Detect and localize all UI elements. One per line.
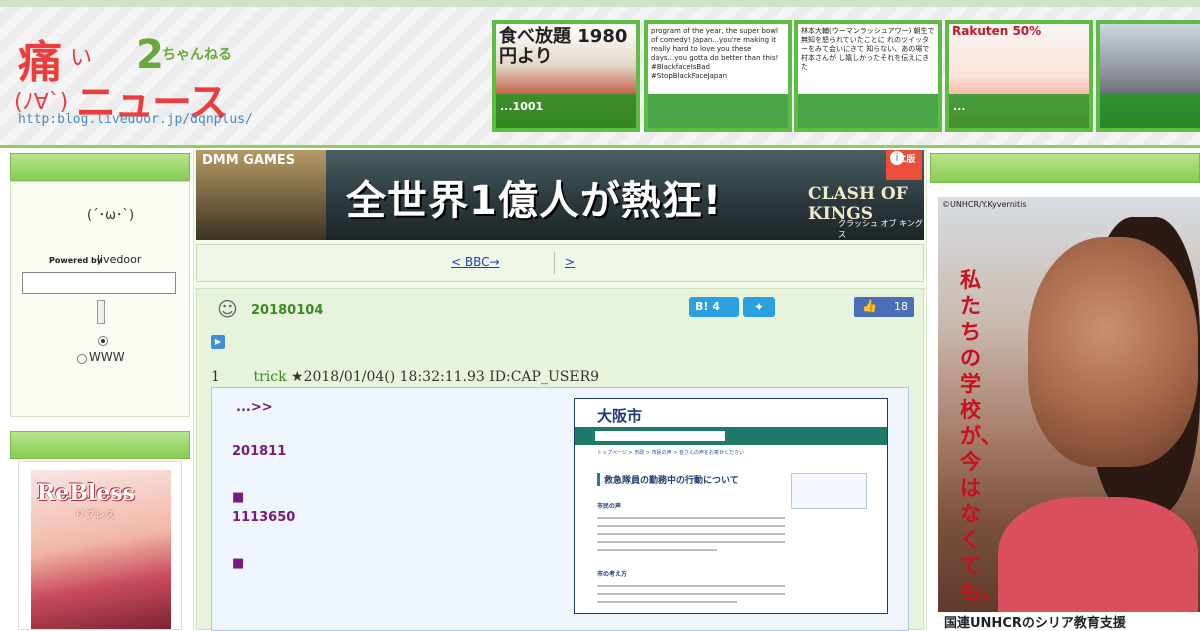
thumbnail-text: 食べ放題 1980円より — [499, 26, 628, 67]
thumbnail-caption: ...1001 — [496, 94, 636, 128]
thumbnail-caption — [648, 94, 788, 128]
site-logo[interactable]: 痛 い 2 ちゃんねる (ﾉ∀`) ニュース http:blog.livedoo… — [14, 22, 253, 132]
face-icon: (´･ω･`) — [87, 208, 135, 223]
body-line-4: 1113650 — [232, 510, 296, 525]
body-line-5: ■ — [232, 556, 245, 571]
sidebar-header-bar-2 — [10, 431, 190, 459]
search-input[interactable] — [22, 272, 176, 294]
body-line-2: 201811 — [232, 444, 287, 459]
city-text-line — [597, 549, 717, 551]
city-breadcrumb: トップページ > 市政 > 市民の声 > 皆さんの声をお寄せください — [597, 450, 745, 456]
radio-www[interactable] — [77, 354, 87, 364]
main-column: DMM GAMES 全世界1億人が熱狂! CLASH OF KINGS クラッシ… — [193, 150, 927, 631]
radio-www-label: WWW — [89, 350, 125, 364]
city-text-line — [597, 585, 785, 587]
city-text-line — [597, 517, 785, 519]
radio-blog[interactable] — [98, 336, 108, 346]
city-section-2: 市の考え方 — [597, 571, 628, 578]
logo-kanji: 痛 — [18, 37, 62, 88]
ad-photo-shirt — [998, 497, 1198, 630]
logo-url[interactable]: http:blog.livedoor.jp/dqnplus/ — [18, 112, 253, 127]
left-sidebar: (´･ω･`) Powered by livedoor WWW ReBless … — [10, 153, 190, 630]
header-thumbnail-5[interactable] — [1096, 20, 1200, 132]
rebless-logo: ReBless — [37, 480, 136, 506]
post-author: trick — [253, 369, 287, 385]
city-page-title: 救急隊員の勤務中の行動について — [597, 473, 787, 486]
unhcr-headline: 私たちの学校が、今はなくても。 — [960, 268, 1002, 604]
thumbnail-caption — [798, 94, 938, 128]
twitter-icon: ✦ — [753, 300, 765, 314]
osaka-city-logo: 大阪市 — [597, 407, 643, 425]
prev-article-link[interactable]: < BBC→ — [451, 255, 500, 269]
next-article-link[interactable]: > — [565, 255, 575, 269]
post-number: 1 — [211, 369, 220, 385]
dmm-games-banner[interactable]: DMM GAMES 全世界1億人が熱狂! CLASH OF KINGS クラッシ… — [196, 150, 924, 240]
city-text-line — [597, 593, 785, 595]
logo-chan: ちゃんねる — [162, 47, 232, 63]
search-panel: (´･ω･`) Powered by livedoor WWW — [10, 181, 190, 417]
post-meta: ★2018/01/04() 18:32:11.93 ID:CAP_USER9 — [291, 369, 600, 385]
osaka-city-screenshot[interactable]: 大阪市 トップページ > 市政 > 市民の声 > 皆さんの声をお寄せください 救… — [574, 398, 888, 614]
city-text-line — [597, 533, 785, 535]
thumbnail-caption: ... — [949, 94, 1089, 128]
powered-by-label: Powered by — [49, 256, 102, 265]
thumbs-up-icon: 👍 — [862, 299, 877, 313]
ad-info-icon[interactable]: i — [890, 151, 904, 165]
unhcr-caption: 国連UNHCRのシリア教育支援 — [938, 612, 1200, 630]
header-thumbnail-3[interactable]: 林本大輔(ウーマンラッシュアワー) 朝生で無知を怒られていたことに れのツイッタ… — [794, 20, 942, 132]
nav-divider — [554, 252, 555, 274]
ad-photo-face — [1028, 237, 1198, 467]
twitter-share-button[interactable]: ✦ — [743, 297, 775, 317]
article-nav: < BBC→ > — [196, 244, 924, 282]
city-section-1: 市民の声 — [597, 503, 622, 510]
header-thumbnail-4[interactable]: Rakuten 50% ... — [945, 20, 1093, 132]
thumbnail-caption — [1100, 94, 1200, 128]
thumbnail-text: 林本大輔(ウーマンラッシュアワー) 朝生で無知を怒られていたことに れのツイッタ… — [801, 27, 935, 71]
photo-credit: ©UNHCR/Y.Kyvernitis — [942, 200, 1027, 209]
city-search-box — [595, 431, 725, 441]
banner-game-subtitle: クラッシュ オブ キングス — [838, 219, 923, 239]
hatena-bookmark-button[interactable]: B! 4 — [689, 297, 739, 317]
post-header-line: 1 trick ★2018/01/04() 18:32:11.93 ID:CAP… — [211, 369, 599, 385]
header-thumbnail-1[interactable]: 食べ放題 1980円より ...1001 — [492, 20, 640, 132]
unhcr-ad[interactable]: ©UNHCR/Y.Kyvernitis 私たちの学校が、今はなくても。 国連UN… — [938, 197, 1200, 630]
city-text-line — [597, 601, 737, 603]
thumbnail-text: Rakuten 50% — [952, 24, 1042, 38]
livedoor-logo[interactable]: livedoor — [97, 253, 141, 266]
header-thumbnail-2[interactable]: program of the year, the super bowl of c… — [644, 20, 792, 132]
banner-headline: 全世界1億人が熱狂! — [346, 178, 723, 224]
right-sidebar: ©UNHCR/Y.Kyvernitis 私たちの学校が、今はなくても。 国連UN… — [930, 153, 1200, 630]
city-side-box — [791, 473, 867, 509]
facebook-like-button[interactable]: 👍 18 — [854, 297, 914, 317]
city-text-line — [597, 541, 785, 543]
search-button[interactable] — [97, 300, 105, 324]
rebless-ad[interactable]: ReBless リブレス — [18, 461, 182, 630]
article-post: ☺ 20180104 B! 4 ✦ 👍 18 ▶ 1 trick ★2018/0… — [196, 288, 924, 631]
header-top-line — [0, 0, 1200, 7]
logo-i: い — [70, 46, 93, 71]
right-header-bar — [930, 153, 1200, 183]
sidebar-header-bar — [10, 153, 190, 181]
thumbnail-text: program of the year, the super bowl of c… — [651, 27, 779, 80]
like-count: 18 — [894, 300, 908, 313]
play-icon[interactable]: ▶ — [211, 335, 225, 349]
avatar-icon: ☺ — [217, 297, 238, 321]
post-body: ...>> 201811 ■ 1113650 ■ 大阪市 トップページ > 市政… — [211, 387, 909, 631]
banner-brand: DMM GAMES — [202, 153, 296, 168]
body-line-1: ...>> — [236, 400, 273, 415]
city-text-line — [597, 525, 785, 527]
body-line-3: ■ — [232, 490, 245, 505]
rebless-subtitle: リブレス — [75, 510, 115, 521]
site-header: 痛 い 2 ちゃんねる (ﾉ∀`) ニュース http:blog.livedoo… — [0, 0, 1200, 148]
post-date: 20180104 — [251, 303, 324, 318]
